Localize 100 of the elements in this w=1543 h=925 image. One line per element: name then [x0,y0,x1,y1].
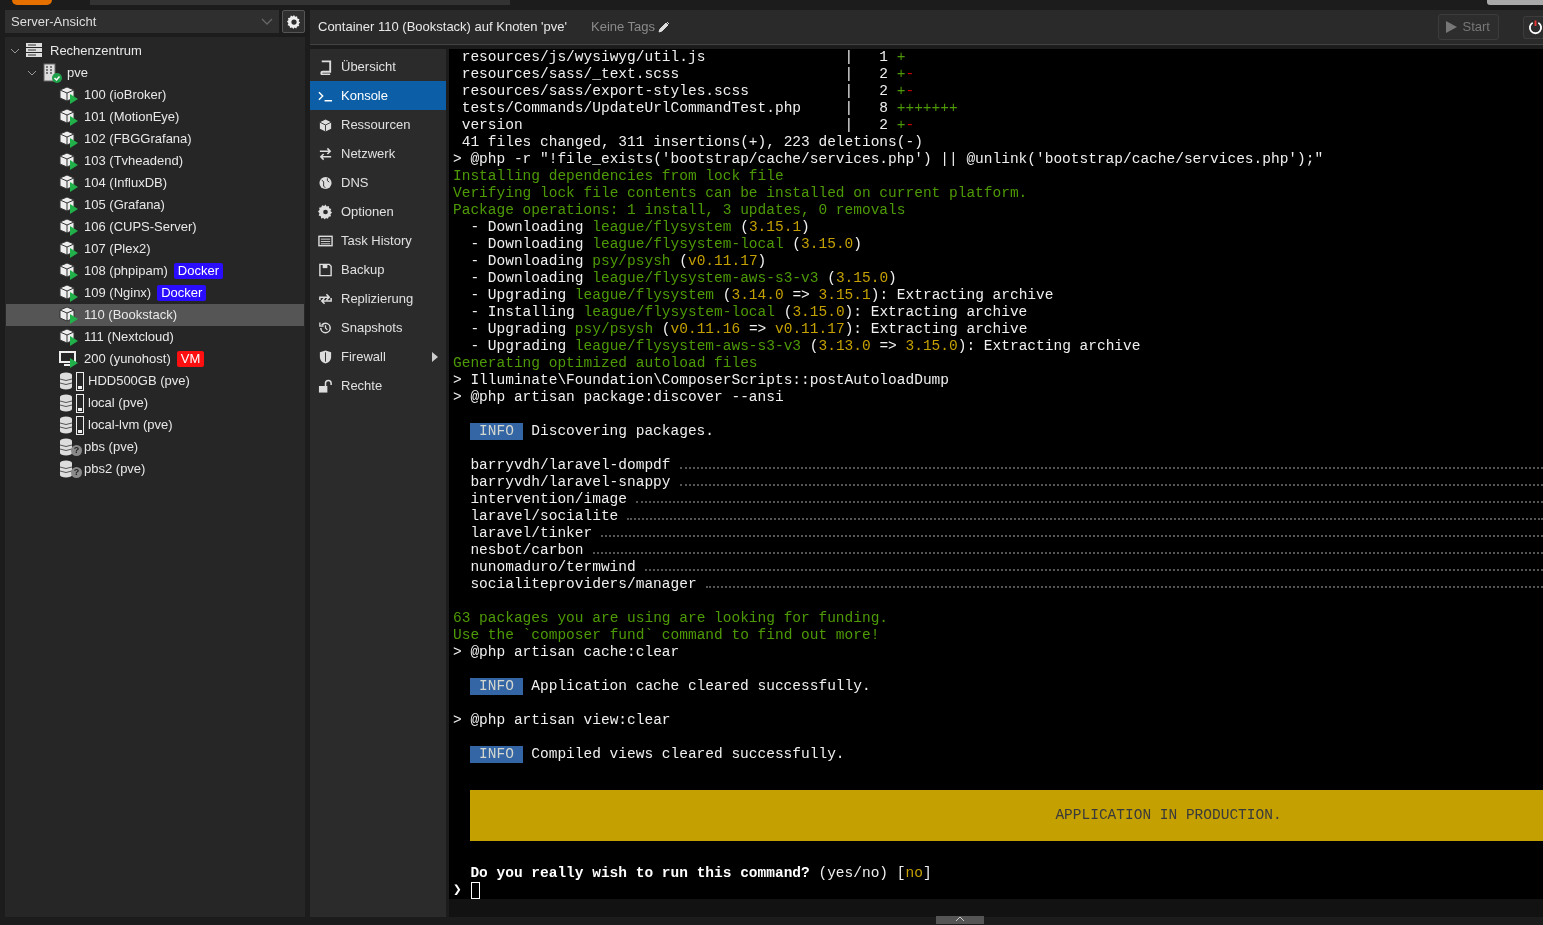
menu-item[interactable]: Firewall [310,342,446,371]
tree-item[interactable]: 101 (MotionEye) [6,106,304,128]
terminal-text: ): Extracting archive [844,304,1028,321]
terminal-text: 8 [879,100,890,117]
terminal-text: ): Extracting archive [844,321,1028,338]
view-dropdown[interactable]: Server-Ansicht [5,10,279,33]
terminal-text: - Upgrading [469,287,568,304]
menu-item[interactable]: Backup [310,255,446,284]
play-icon [1444,21,1457,33]
terminal-text: 3.15.1 [748,219,802,236]
diff-added: +++++++ [896,100,958,117]
tree-item[interactable]: HDD500GB (pve) [6,370,304,392]
terminal-text: resources/sass/export-styles.scss [460,83,750,100]
tags-edit-link[interactable]: Keine Tags [591,17,671,37]
terminal-text: - Installing [469,304,576,321]
terminal-text: => [747,321,768,338]
resize-handle[interactable] [936,916,984,924]
gear-icon [318,203,333,220]
terminal-text: league/flysystem-local [583,304,775,321]
tree-item[interactable]: 111 (Nextcloud) [6,326,304,348]
terminal-text: Installing dependencies from lock file [453,168,784,185]
menu-item[interactable]: Übersicht [310,52,446,81]
terminal-text: ] [922,865,932,882]
terminal-text: 2 [879,66,890,83]
terminal-text: - Downloading [469,270,585,287]
terminal-text: 3.15.1 [818,287,871,304]
tag-label: VM [176,351,205,367]
menu-item[interactable]: Konsole [310,81,446,110]
terminal-text: psy/psysh [574,321,654,338]
gauge-icon [76,393,84,413]
terminal-text: > Illuminate\Foundation\ComposerScripts::postAutoloadDump [453,372,949,389]
terminal-text: resources/sass/_text.scss [460,66,681,83]
panel-title: Container 110 (Bookstack) auf Knoten 'pve' [318,18,567,37]
terminal-text: nesbot/carbon [470,542,584,559]
tree-item[interactable]: Rechenzentrum [6,40,304,62]
database-icon [58,393,74,413]
tree-item[interactable]: local (pve) [6,392,304,414]
caret-icon[interactable] [27,68,37,78]
menu-item[interactable]: DNS [310,168,446,197]
unlock-icon [318,377,333,394]
menu-item[interactable]: Task History [310,226,446,255]
tree-item[interactable]: ? pbs (pve) [6,436,304,458]
tree-item[interactable]: local-lvm (pve) [6,414,304,436]
tree-item[interactable]: ? pbs2 (pve) [6,458,304,480]
caret-icon[interactable] [10,46,20,56]
tree-item[interactable]: 200 (yunohost) VM [6,348,304,370]
tag-label: Docker [157,285,207,301]
tree-item[interactable]: 104 (InfluxDB) [6,172,304,194]
terminal-text: no [905,865,923,882]
tree-item[interactable]: 107 (Plex2) [6,238,304,260]
chevron-down-icon [260,17,273,26]
terminal-text: tests/Commands/UpdateUrlCommandTest.php [460,100,803,117]
terminal-text: | [844,117,854,134]
info-badge: INFO [470,746,523,763]
tree-item[interactable]: pve [6,62,304,84]
terminal-text: ) [853,236,862,253]
terminal-text: Compiled views cleared successfully. [530,746,845,763]
terminal-text: => [878,338,898,355]
tree-item[interactable]: 105 (Grafana) [6,194,304,216]
terminal-text: ❯ [453,882,462,899]
terminal-text: league/flysystem [574,287,715,304]
terminal-text: 63 packages you are using are looking for funding. [453,610,889,627]
tree-item[interactable]: 110 (Bookstack) [6,304,304,326]
tree-item[interactable]: 106 (CUPS-Server) [6,216,304,238]
menu-item[interactable]: Snapshots [310,313,446,342]
menu-item[interactable]: Netzwerk [310,139,446,168]
power-button[interactable] [1523,15,1543,39]
terminal-text: - Upgrading [469,338,568,355]
tree-item[interactable]: 102 (FBGGrafana) [6,128,304,150]
terminal-text: league/flysystem-local [592,236,784,253]
terminal-text: 3.14.0 [731,287,784,304]
menu-item[interactable]: Rechte [310,371,446,400]
terminal-text: barryvdh/laravel-dompdf [470,457,671,474]
terminal-text: > @php artisan package:discover --ansi [453,389,784,406]
tree-item[interactable]: 100 (ioBroker) [6,84,304,106]
terminal-text: intervention/image [470,491,628,508]
pencil-icon [658,21,671,33]
terminal-text: => [791,287,811,304]
terminal-text: laravel/socialite [470,508,619,525]
tree-item[interactable]: 108 (phpipam) Docker [6,260,304,282]
book-icon [318,58,333,75]
terminal-text: resources/js/wysiwyg/util.js [460,49,707,66]
terminal-text: version [460,117,524,134]
warning-banner: APPLICATION IN PRODUCTION. [470,790,1543,841]
terminal-text: 2 [879,83,890,100]
menu-item[interactable]: Optionen [310,197,446,226]
terminal-text: Use the `composer fund` command to find out more! [453,627,880,644]
menu-item[interactable]: Ressourcen [310,110,446,139]
terminal-text: league/flysystem-aws-s3-v3 [574,338,802,355]
terminal-text: 2 [879,117,890,134]
tree-item[interactable]: 103 (Tvheadend) [6,150,304,172]
terminal-text: ( [660,321,671,338]
terminal-text: | [844,100,854,117]
terminal-text: socialiteproviders/manager [470,576,697,593]
terminal-text: (yes/no) [ [817,865,906,882]
terminal-text: Package operations: 1 install, 3 updates, 0 removals [453,202,906,219]
terminal-text: 3.13.0 [818,338,871,355]
tree-item[interactable]: 109 (Nginx) Docker [6,282,304,304]
menu-item[interactable]: Replizierung [310,284,446,313]
settings-button[interactable] [282,10,305,33]
